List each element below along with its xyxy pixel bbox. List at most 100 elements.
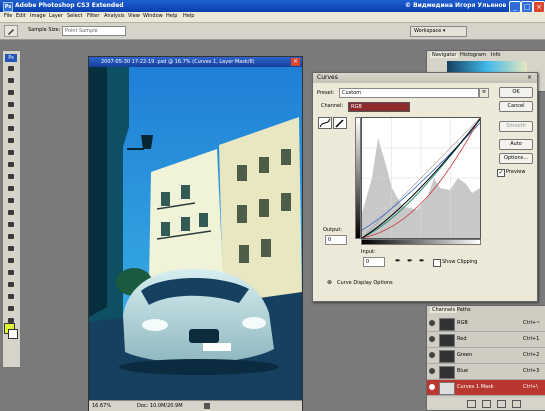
channel-select[interactable]: RGB xyxy=(348,102,410,112)
channel-name: Green xyxy=(457,352,473,358)
blur-tool-icon[interactable] xyxy=(5,209,17,216)
visibility-eye-icon[interactable] xyxy=(429,320,435,326)
crop-tool-icon[interactable] xyxy=(5,113,17,120)
tab-info[interactable]: Info xyxy=(491,52,500,58)
curves-dialog: Curves × Preset: Custom ≡ Channel: RGB O… xyxy=(312,72,538,302)
shape-tool-icon[interactable] xyxy=(5,269,17,276)
healing-tool-icon[interactable] xyxy=(5,137,17,144)
menu-select[interactable]: Select xyxy=(67,13,82,19)
new-channel-icon[interactable] xyxy=(497,400,506,408)
options-bar: Sample Size: Point Sample Workspace ▾ xyxy=(0,23,545,40)
channel-row-curves-mask[interactable]: Curves 1 Mask Ctrl+\ xyxy=(427,380,545,396)
brush-tool-icon[interactable] xyxy=(5,149,17,156)
show-clipping-label: Show Clipping xyxy=(442,259,478,265)
input-gradient-bar xyxy=(361,239,481,245)
hand-tool-icon[interactable] xyxy=(5,305,17,312)
menu-help-2[interactable]: Help xyxy=(183,13,194,19)
lasso-tool-icon[interactable] xyxy=(5,89,17,96)
tab-histogram[interactable]: Histogram xyxy=(460,52,486,58)
auto-button[interactable]: Auto xyxy=(499,139,533,150)
white-point-eyedropper-icon[interactable]: ✒ xyxy=(419,257,425,265)
background-color-swatch[interactable] xyxy=(8,329,18,339)
zoom-level[interactable]: 16.67% xyxy=(92,401,111,411)
channel-name: Blue xyxy=(457,368,469,374)
document-close-button[interactable]: × xyxy=(291,58,300,66)
sample-size-select[interactable]: Point Sample xyxy=(62,26,126,36)
input-field[interactable]: 0 xyxy=(363,257,385,267)
curve-display-options-label[interactable]: Curve Display Options xyxy=(337,280,393,286)
eraser-tool-icon[interactable] xyxy=(5,185,17,192)
output-field[interactable]: 0 xyxy=(325,235,347,245)
output-gradient-bar xyxy=(355,117,361,239)
channel-name: RGB xyxy=(457,320,468,326)
eyedropper-tool-icon[interactable] xyxy=(5,293,17,300)
move-tool-icon[interactable] xyxy=(5,65,17,72)
channel-shortcut: Ctrl+2 xyxy=(523,352,540,358)
type-tool-icon[interactable] xyxy=(5,245,17,252)
slice-tool-icon[interactable] xyxy=(5,125,17,132)
delete-channel-icon[interactable] xyxy=(512,400,521,408)
preview-checkbox[interactable]: ✓ xyxy=(497,169,505,177)
toolbox-ps-logo-icon: Ps xyxy=(5,54,17,62)
load-selection-icon[interactable] xyxy=(467,400,476,408)
smooth-button[interactable]: Smooth xyxy=(499,121,533,132)
channel-row-rgb[interactable]: RGB Ctrl+~ xyxy=(427,316,545,332)
menu-image[interactable]: Image xyxy=(30,13,46,19)
document-size: Doc: 10.0M/20.9M xyxy=(137,403,183,409)
visibility-eye-icon[interactable] xyxy=(429,384,435,390)
visibility-eye-icon[interactable] xyxy=(429,336,435,342)
status-arrow-icon[interactable] xyxy=(204,403,210,409)
document-window: 2007-05-30 17-22-19 .psd @ 16.7% (Curves… xyxy=(88,56,303,411)
curves-graph[interactable] xyxy=(361,117,481,239)
path-select-tool-icon[interactable] xyxy=(5,257,17,264)
edit-points-curve-icon[interactable] xyxy=(318,117,332,129)
tab-channels[interactable]: Channels xyxy=(430,307,458,313)
menu-bar: File Edit Image Layer Select Filter Anal… xyxy=(0,12,545,23)
channel-row-red[interactable]: Red Ctrl+1 xyxy=(427,332,545,348)
menu-file[interactable]: File xyxy=(4,13,12,19)
gray-point-eyedropper-icon[interactable]: ✒ xyxy=(407,257,413,265)
menu-view[interactable]: View xyxy=(128,13,140,19)
cancel-button[interactable]: Cancel xyxy=(499,101,533,112)
channel-row-green[interactable]: Green Ctrl+2 xyxy=(427,348,545,364)
tab-paths[interactable]: Paths xyxy=(457,307,471,313)
show-clipping-checkbox[interactable] xyxy=(433,259,441,267)
display-options-toggle-icon[interactable]: ⊗ xyxy=(327,279,332,286)
marquee-tool-icon[interactable] xyxy=(5,77,17,84)
menu-filter[interactable]: Filter xyxy=(87,13,99,19)
menu-window[interactable]: Window xyxy=(143,13,163,19)
channel-shortcut: Ctrl+3 xyxy=(523,368,540,374)
tab-navigator[interactable]: Navigator xyxy=(430,52,459,58)
ok-button[interactable]: OK xyxy=(499,87,533,98)
channel-name: Red xyxy=(457,336,467,342)
visibility-eye-icon[interactable] xyxy=(429,368,435,374)
clone-stamp-tool-icon[interactable] xyxy=(5,161,17,168)
dodge-tool-icon[interactable] xyxy=(5,221,17,228)
curves-title: Curves xyxy=(317,74,338,81)
channel-row-blue[interactable]: Blue Ctrl+3 xyxy=(427,364,545,380)
gradient-tool-icon[interactable] xyxy=(5,197,17,204)
eyedropper-tool-preset-icon[interactable] xyxy=(4,25,18,37)
menu-edit[interactable]: Edit xyxy=(16,13,26,19)
document-photo-canvas[interactable] xyxy=(89,67,302,400)
history-brush-tool-icon[interactable] xyxy=(5,173,17,180)
pen-tool-icon[interactable] xyxy=(5,233,17,240)
options-button[interactable]: Options... xyxy=(499,153,533,164)
save-selection-icon[interactable] xyxy=(482,400,491,408)
visibility-eye-icon[interactable] xyxy=(429,352,435,358)
notes-tool-icon[interactable] xyxy=(5,281,17,288)
preset-select[interactable]: Custom xyxy=(339,88,479,98)
preset-options-icon[interactable]: ≡ xyxy=(479,88,489,98)
workspace-button[interactable]: Workspace ▾ xyxy=(410,26,467,37)
quick-select-tool-icon[interactable] xyxy=(5,101,17,108)
preview-label: Preview xyxy=(506,169,526,175)
curves-close-icon[interactable]: × xyxy=(525,74,534,82)
input-label: Input: xyxy=(361,249,376,255)
menu-help[interactable]: Help xyxy=(166,13,177,19)
document-title-bar: 2007-05-30 17-22-19 .psd @ 16.7% (Curves… xyxy=(89,57,302,67)
black-point-eyedropper-icon[interactable]: ✒ xyxy=(395,257,401,265)
draw-curve-pencil-icon[interactable] xyxy=(333,117,347,129)
menu-analysis[interactable]: Analysis xyxy=(104,13,125,19)
channel-thumbnail xyxy=(439,350,455,363)
menu-layer[interactable]: Layer xyxy=(49,13,63,19)
